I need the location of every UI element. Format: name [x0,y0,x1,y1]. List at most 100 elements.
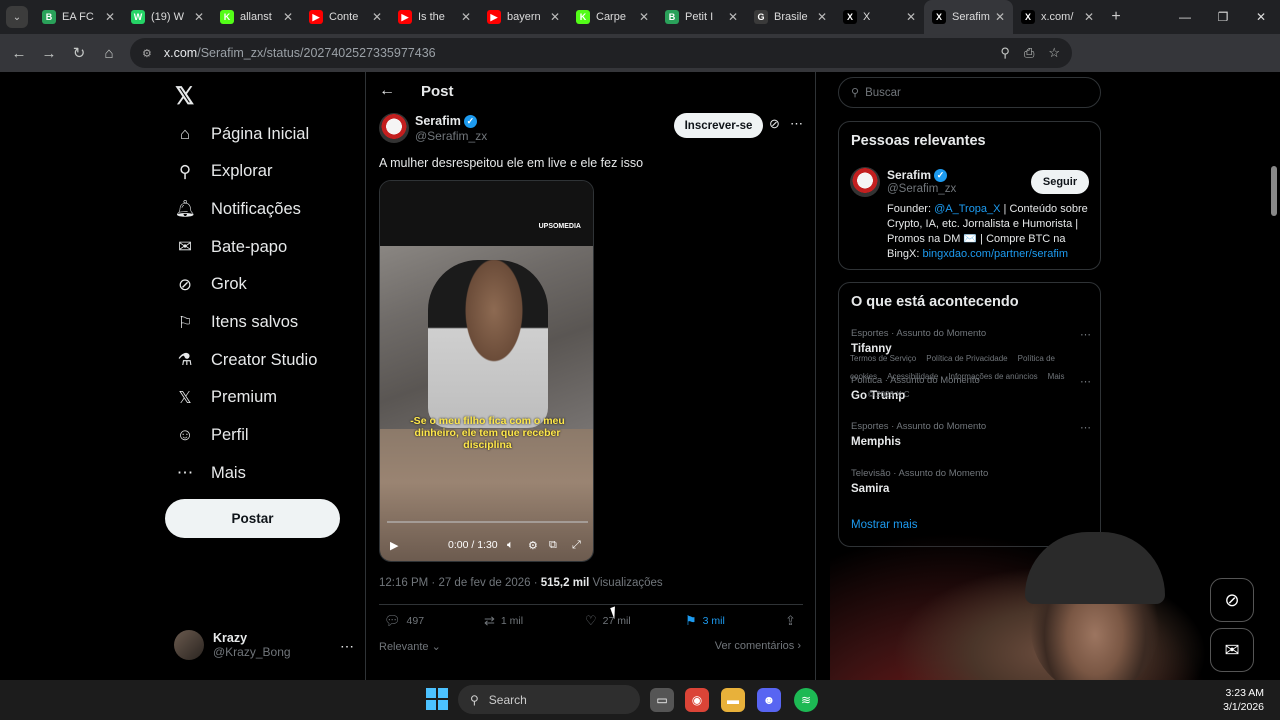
windows-start-icon[interactable] [426,688,448,710]
see-comments-link[interactable]: Ver comentários › [715,640,801,652]
account-switcher[interactable]: Krazy @Krazy_Bong ⋯ [174,630,354,660]
more-icon[interactable]: ⋯ [340,638,354,655]
footer-link[interactable]: Política de Privacidade [926,354,1007,363]
grok-float-button[interactable]: ⊘ [1210,578,1254,622]
nav-item-perfil[interactable]: ☺ Perfil [175,426,249,446]
scrollbar[interactable] [1270,156,1278,680]
new-tab-button[interactable]: + [1102,8,1130,26]
back-arrow-icon[interactable]: ← [379,82,395,100]
install-icon[interactable]: ⎙ [1024,45,1034,61]
author-avatar[interactable] [379,113,409,143]
browser-tab[interactable]: G Brasile ✕ [746,0,835,34]
address-bar[interactable]: ⚙ x.com/Serafim_zx/status/20274025273359… [130,38,1072,68]
close-icon[interactable]: ✕ [461,10,471,24]
footer-link[interactable]: © 2026 X C [868,390,909,399]
author-handle[interactable]: @Serafim_zx [415,129,487,143]
volume-icon[interactable]: 🔈︎ [507,539,514,552]
reload-button[interactable]: ↻ [64,38,94,68]
nav-item-mais[interactable]: ⋯ Mais [175,463,246,483]
browser-tab[interactable]: ▶ bayern ✕ [479,0,568,34]
video-player[interactable]: UPSOMEDIA -Se o meu filho fica com o meu… [379,180,594,562]
minimize-button[interactable]: — [1166,0,1204,34]
grok-icon[interactable]: ⊘ [769,116,780,132]
relevant-name[interactable]: Serafim ✓ [887,168,948,182]
browser-tab[interactable]: X X ✕ [835,0,924,34]
close-icon[interactable]: ✕ [906,10,916,24]
close-icon[interactable]: ✕ [283,10,293,24]
tab-search-button[interactable]: ⌄ [6,6,28,28]
share-button[interactable]: ⇪ [785,613,796,629]
sort-dropdown[interactable]: Relevante ⌄ [379,640,441,653]
close-icon[interactable]: ✕ [1084,10,1094,24]
discord-icon[interactable]: ☻ [757,688,781,712]
browser-tab[interactable]: K Carpe ✕ [568,0,657,34]
site-info-icon[interactable]: ⚙ [142,47,152,60]
more-options-icon[interactable]: ⋯ [790,116,803,132]
bio-mention-link[interactable]: @A_Tropa_X [934,203,1000,215]
bio-url-link[interactable]: bingxdao.com/partner/serafim [922,248,1068,260]
trend-item[interactable]: Esportes · Assunto do Momento Memphis ⋯ [851,421,1091,448]
footer-link[interactable]: Informações de anúncios [948,372,1037,381]
close-icon[interactable]: ✕ [995,10,1005,24]
close-icon[interactable]: ✕ [817,10,827,24]
nav-item-creator-studio[interactable]: ⚗ Creator Studio [175,350,318,370]
footer-link[interactable]: Acessibilidade [887,372,938,381]
close-icon[interactable]: ✕ [550,10,560,24]
restore-button[interactable]: ❐ [1204,0,1242,34]
browser-tab[interactable]: ▶ Conte ✕ [301,0,390,34]
close-icon[interactable]: ✕ [194,10,204,24]
trend-item[interactable]: Televisão · Assunto do Momento Samira [851,468,1091,495]
browser-tab[interactable]: Xx.com/ ✕ [1013,0,1102,34]
pip-icon[interactable]: ⧉ [549,539,557,552]
avatar[interactable] [850,167,880,197]
more-icon[interactable]: ⋯ [1080,328,1091,341]
close-icon[interactable]: ✕ [639,10,649,24]
nav-item-notificações[interactable]: 🔔︎ Notificações [175,199,301,219]
messages-float-button[interactable]: ✉ [1210,628,1254,672]
video-progress-bar[interactable] [387,521,588,523]
close-icon[interactable]: ✕ [728,10,738,24]
post-button[interactable]: Postar [165,499,340,538]
play-icon[interactable]: ▶ [390,539,398,552]
tweet-timestamp[interactable]: 12:16 PM · 27 de fev de 2026 · [379,577,541,589]
close-window-button[interactable]: ✕ [1242,0,1280,34]
bookmark-button[interactable]: ⚑ 3 mil [685,613,725,629]
zoom-icon[interactable]: ⚲ [1000,45,1010,61]
author-name[interactable]: Serafim ✓ [415,114,477,128]
nav-item-explorar[interactable]: ⚲ Explorar [175,162,273,182]
browser-tab[interactable]: X Serafim ✕ [924,0,1013,34]
search-input[interactable]: ⚲ Buscar [838,77,1101,108]
repost-button[interactable]: ⇄ 1 mil [484,613,523,629]
bookmark-star-icon[interactable]: ☆ [1048,45,1060,61]
footer-link[interactable]: Termos de Serviço [850,354,916,363]
task-view-icon[interactable]: ▭ [650,688,674,712]
file-explorer-icon[interactable]: ▬ [721,688,745,712]
close-icon[interactable]: ✕ [105,10,115,24]
spotify-icon[interactable]: ≋ [794,688,818,712]
chrome-icon[interactable]: ◉ [685,688,709,712]
x-logo-icon[interactable]: 𝕏 [175,82,194,111]
nav-item-bate-papo[interactable]: ✉ Bate-papo [175,237,287,257]
scrollbar-thumb[interactable] [1271,166,1277,216]
back-button[interactable]: ← [4,38,34,68]
show-more-link[interactable]: Mostrar mais [851,519,917,531]
browser-tab[interactable]: ▶ Is the ✕ [390,0,479,34]
nav-item-página-inicial[interactable]: ⌂ Página Inicial [175,124,309,144]
browser-tab[interactable]: W (19) W ✕ [123,0,212,34]
more-icon[interactable]: ⋯ [1080,421,1091,434]
subscribe-button[interactable]: Inscrever-se [674,113,763,138]
settings-icon[interactable]: ⚙ [528,539,538,552]
fullscreen-icon[interactable]: ⤢ [572,539,581,552]
nav-item-grok[interactable]: ⊘ Grok [175,275,247,295]
forward-button[interactable]: → [34,38,64,68]
taskbar-clock[interactable]: 3:23 AM 3/1/2026 [1223,686,1264,714]
relevant-handle[interactable]: @Serafim_zx [887,183,956,195]
nav-item-itens-salvos[interactable]: ⚐ Itens salvos [175,313,299,333]
taskbar-search[interactable]: ⚲ Search [458,685,640,714]
browser-tab[interactable]: B Petit I ✕ [657,0,746,34]
browser-tab[interactable]: Kallanst ✕ [212,0,301,34]
reply-button[interactable]: 💬︎ 497 [384,613,424,629]
nav-item-premium[interactable]: 𝕏 Premium [175,388,277,408]
browser-tab[interactable]: B EA FC ✕ [34,0,123,34]
home-button[interactable]: ⌂ [94,38,124,68]
